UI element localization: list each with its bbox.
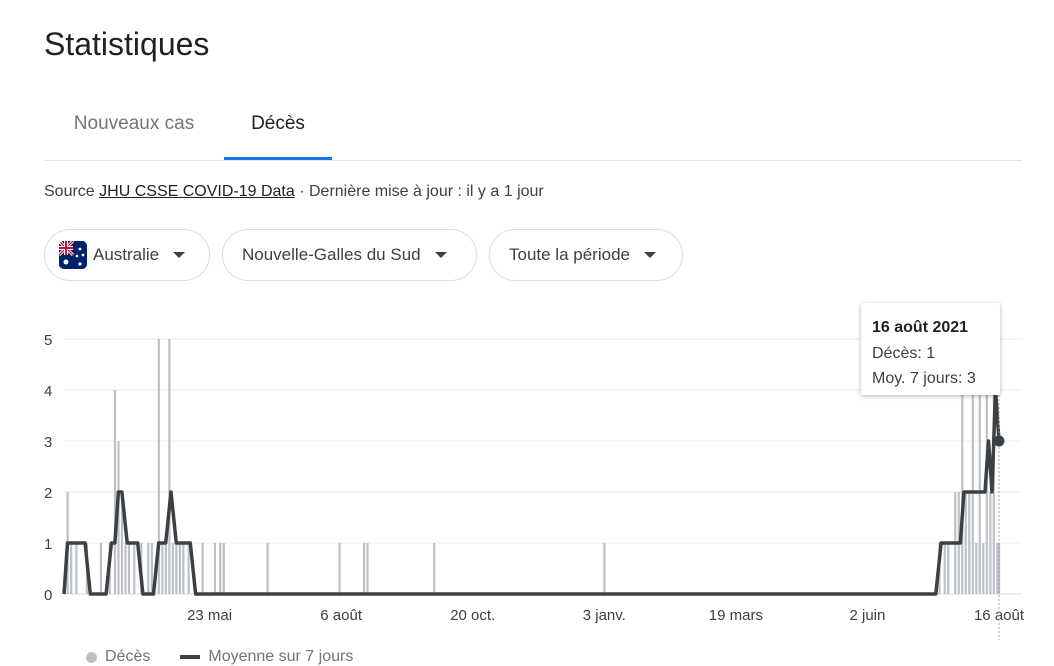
legend-average-swatch <box>180 655 201 659</box>
x-tick-label: 3 janv. <box>583 607 626 624</box>
death-bar <box>168 339 171 594</box>
death-bar <box>964 492 967 594</box>
death-bar <box>366 543 369 594</box>
death-bar <box>968 492 971 594</box>
death-bar <box>943 543 946 594</box>
death-bar <box>947 543 950 594</box>
x-tick-label: 19 mars <box>709 607 763 624</box>
death-bar <box>433 543 436 594</box>
y-tick-label: 5 <box>44 332 52 349</box>
death-bar <box>75 543 78 594</box>
death-bar <box>219 543 222 594</box>
death-bar <box>175 543 178 594</box>
death-bar <box>127 543 131 594</box>
caret-down-icon <box>173 252 186 258</box>
death-bar <box>266 543 269 594</box>
death-bar <box>213 543 217 594</box>
death-bar <box>113 390 117 594</box>
caret-down-icon <box>643 252 656 258</box>
death-bar <box>124 543 127 594</box>
chart-legend: Décès Moyenne sur 7 jours <box>86 648 353 666</box>
y-tick-label: 3 <box>44 434 52 451</box>
death-bar <box>362 543 366 594</box>
tab-deaths[interactable]: Décès <box>224 100 332 160</box>
period-select[interactable]: Toute la période <box>489 229 683 281</box>
x-tick-label: 6 août <box>320 607 363 624</box>
death-bar <box>161 543 164 594</box>
death-bar <box>147 543 150 594</box>
x-tick-label: 23 mai <box>187 607 232 624</box>
page-title: Statistiques <box>44 26 210 62</box>
tooltip-deaths: Décès: 1 <box>872 344 936 362</box>
tooltip-average: Moy. 7 jours: 3 <box>872 370 976 387</box>
australia-flag-icon <box>59 241 87 269</box>
chart-tooltip: 16 août 2021 Décès: 1 Moy. 7 jours: 3 <box>861 303 1000 395</box>
death-bar <box>99 543 103 594</box>
x-tick-label: 2 juin <box>850 607 886 624</box>
y-tick-label: 0 <box>44 587 52 604</box>
source-line: Source JHU CSSE COVID-19 Data · Dernière… <box>44 183 544 201</box>
death-bar <box>338 543 341 594</box>
region-select[interactable]: Nouvelle-Galles du Sud <box>222 229 477 281</box>
source-link[interactable]: JHU CSSE COVID-19 Data <box>99 183 295 200</box>
legend-deaths-label: Décès <box>105 648 151 665</box>
death-bar <box>975 543 978 594</box>
death-bar <box>603 543 606 594</box>
death-bar <box>164 543 167 594</box>
death-bar <box>182 543 185 594</box>
y-tick-label: 2 <box>44 485 52 502</box>
y-tick-label: 4 <box>44 383 52 400</box>
legend-average-label: Moyenne sur 7 jours <box>208 648 354 665</box>
tooltip-date: 16 août 2021 <box>872 319 969 336</box>
source-prefix: Source <box>44 183 95 200</box>
death-bar <box>201 543 204 594</box>
x-tick-label: 20 oct. <box>450 607 495 624</box>
tab-bar: Nouveaux cas Décès <box>44 100 1022 161</box>
death-bar <box>982 543 985 594</box>
death-bar <box>178 543 181 594</box>
death-bar <box>133 543 136 594</box>
death-bar <box>171 543 174 594</box>
region-label: Nouvelle-Galles du Sud <box>242 245 421 264</box>
y-tick-label: 1 <box>44 536 52 553</box>
hover-point <box>993 435 1005 447</box>
country-label: Australie <box>93 245 160 264</box>
death-bar <box>70 543 73 594</box>
period-label: Toute la période <box>509 245 630 264</box>
death-bar <box>989 492 992 594</box>
source-suffix: · Dernière mise à jour : il y a 1 jour <box>294 183 544 200</box>
tab-new-cases[interactable]: Nouveaux cas <box>44 100 224 159</box>
caret-down-icon <box>434 252 447 258</box>
country-select[interactable]: Australie <box>44 229 210 281</box>
death-bar <box>222 543 225 594</box>
